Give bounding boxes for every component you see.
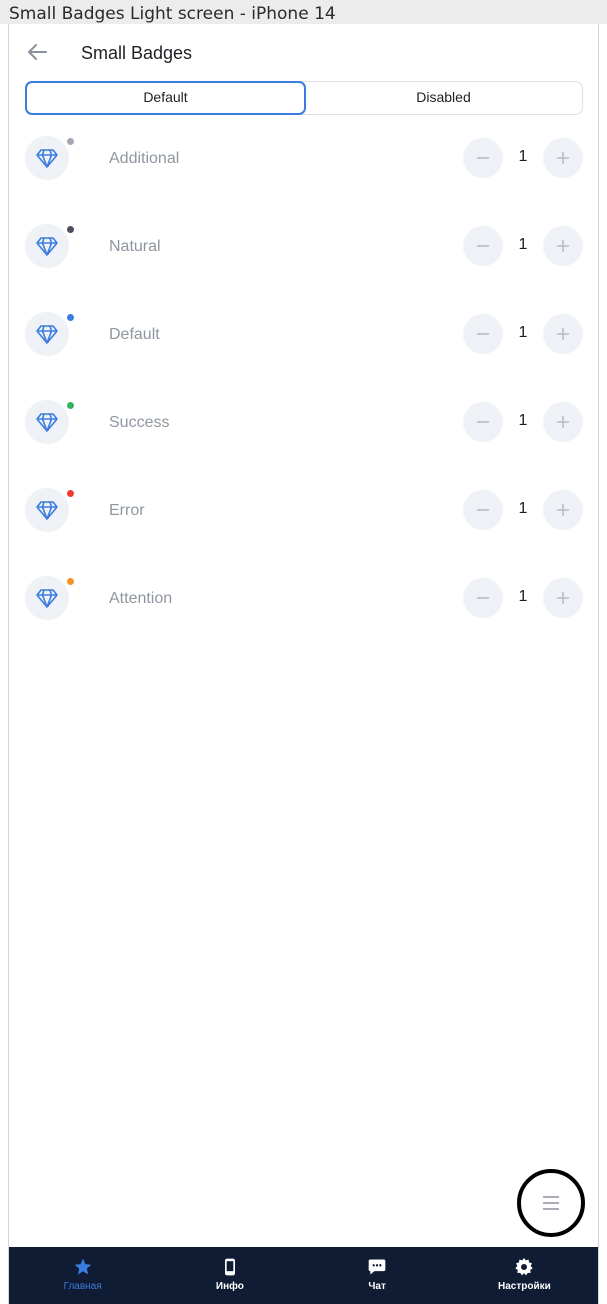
- tab-bar: Главная Инфо Чат Настройки: [9, 1247, 598, 1304]
- diamond-icon: [35, 498, 59, 522]
- decrement-button[interactable]: [463, 490, 503, 530]
- stepper-value: 1: [518, 236, 528, 253]
- decrement-button[interactable]: [463, 578, 503, 618]
- tab-home[interactable]: Главная: [9, 1247, 156, 1304]
- increment-button[interactable]: [543, 314, 583, 354]
- minus-icon: [475, 502, 491, 518]
- segmented-control: Default Disabled: [25, 81, 583, 115]
- avatar: [25, 224, 69, 268]
- tab-chat[interactable]: Чат: [304, 1247, 451, 1304]
- window-title: Small Badges Light screen - iPhone 14: [0, 0, 607, 24]
- decrement-button[interactable]: [463, 138, 503, 178]
- diamond-icon: [35, 410, 59, 434]
- segment-default[interactable]: Default: [25, 81, 306, 115]
- row-label: Natural: [109, 238, 161, 255]
- row-label: Additional: [109, 150, 180, 167]
- decrement-button[interactable]: [463, 402, 503, 442]
- quantity-stepper: 1: [463, 226, 583, 266]
- stepper-value: 1: [518, 412, 528, 429]
- tab-info[interactable]: Инфо: [156, 1247, 303, 1304]
- badge-row: Natural 1: [25, 220, 583, 308]
- badge-row: Additional 1: [25, 132, 583, 220]
- header: Small Badges: [9, 24, 598, 80]
- stepper-value: 1: [518, 588, 528, 605]
- avatar: [25, 488, 69, 532]
- diamond-icon: [35, 234, 59, 258]
- badge-row: Default 1: [25, 308, 583, 396]
- plus-icon: [555, 238, 571, 254]
- quantity-stepper: 1: [463, 138, 583, 178]
- minus-icon: [475, 150, 491, 166]
- increment-button[interactable]: [543, 490, 583, 530]
- tab-settings[interactable]: Настройки: [451, 1247, 598, 1304]
- decrement-button[interactable]: [463, 226, 503, 266]
- minus-icon: [475, 238, 491, 254]
- back-button[interactable]: [26, 41, 48, 63]
- increment-button[interactable]: [543, 138, 583, 178]
- small-badge: [65, 576, 76, 587]
- increment-button[interactable]: [543, 402, 583, 442]
- quantity-stepper: 1: [463, 402, 583, 442]
- avatar: [25, 576, 69, 620]
- minus-icon: [475, 414, 491, 430]
- small-badge: [65, 312, 76, 323]
- badge-row: Success 1: [25, 396, 583, 484]
- quantity-stepper: 1: [463, 314, 583, 354]
- plus-icon: [555, 590, 571, 606]
- avatar: [25, 400, 69, 444]
- small-badge: [65, 224, 76, 235]
- diamond-icon: [35, 322, 59, 346]
- quantity-stepper: 1: [463, 578, 583, 618]
- segment-disabled[interactable]: Disabled: [305, 82, 582, 114]
- quantity-stepper: 1: [463, 490, 583, 530]
- plus-icon: [555, 414, 571, 430]
- star-icon: [74, 1258, 91, 1275]
- phone-icon: [224, 1258, 235, 1276]
- row-label: Default: [109, 326, 160, 343]
- avatar: [25, 312, 69, 356]
- diamond-icon: [35, 146, 59, 170]
- small-badge: [65, 400, 76, 411]
- menu-icon: [543, 1196, 559, 1210]
- phone-screen: Small Badges Default Disabled Additional…: [8, 24, 599, 1304]
- badge-row: Error 1: [25, 484, 583, 572]
- arrow-left-icon: [28, 44, 47, 60]
- plus-icon: [555, 150, 571, 166]
- row-label: Error: [109, 502, 145, 519]
- minus-icon: [475, 326, 491, 342]
- tab-info-label: Инфо: [215, 1281, 244, 1292]
- plus-icon: [555, 502, 571, 518]
- page-title: Small Badges: [81, 43, 193, 63]
- tab-chat-label: Чат: [368, 1281, 386, 1292]
- tab-home-label: Главная: [63, 1281, 102, 1292]
- plus-icon: [555, 326, 571, 342]
- stepper-value: 1: [518, 148, 528, 165]
- small-badge: [65, 488, 76, 499]
- small-badge: [65, 136, 76, 147]
- row-label: Success: [109, 414, 170, 431]
- row-label: Attention: [109, 590, 173, 607]
- gear-icon: [515, 1257, 534, 1276]
- minus-icon: [475, 590, 491, 606]
- stepper-value: 1: [518, 324, 528, 341]
- badge-row: Attention 1: [25, 572, 583, 660]
- increment-button[interactable]: [543, 226, 583, 266]
- stepper-value: 1: [518, 500, 528, 517]
- decrement-button[interactable]: [463, 314, 503, 354]
- badge-list: Additional 1 Natural 1 Default 1 Success 1 Error…: [25, 132, 583, 660]
- diamond-icon: [35, 586, 59, 610]
- tab-settings-label: Настройки: [497, 1281, 551, 1292]
- increment-button[interactable]: [543, 578, 583, 618]
- avatar: [25, 136, 69, 180]
- chat-icon: [368, 1259, 386, 1275]
- menu-fab-button[interactable]: [517, 1169, 585, 1237]
